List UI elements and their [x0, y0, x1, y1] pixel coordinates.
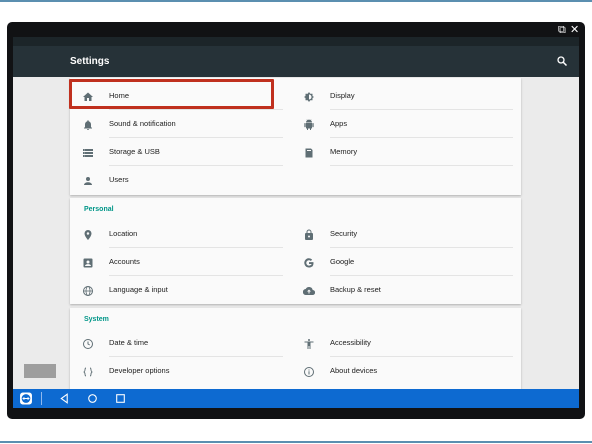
popout-icon[interactable]: ⧉	[558, 24, 566, 37]
info-icon	[303, 366, 315, 378]
setting-item-date-time[interactable]: Date & time	[70, 329, 291, 357]
recents-icon[interactable]	[114, 392, 127, 405]
divider	[330, 165, 513, 166]
location-pin-icon	[82, 229, 94, 241]
highlight-box-home	[69, 79, 274, 109]
brightness-icon	[303, 91, 315, 103]
account-box-icon	[82, 257, 94, 269]
setting-item-display[interactable]: Display	[291, 82, 521, 110]
setting-item-memory[interactable]: Memory	[291, 138, 521, 166]
setting-label: Accessibility	[330, 338, 371, 347]
setting-item-backup-reset[interactable]: Backup & reset	[291, 276, 521, 304]
setting-label: About devices	[330, 366, 378, 375]
memory-icon	[303, 147, 315, 159]
home-circle-icon[interactable]	[86, 392, 99, 405]
setting-item-accounts[interactable]: Accounts	[70, 248, 291, 276]
setting-item-location[interactable]: Location	[70, 220, 291, 248]
lock-icon	[303, 229, 315, 241]
overlay-placeholder	[24, 364, 56, 378]
setting-label: Users	[109, 175, 129, 184]
bottom-border	[0, 441, 592, 443]
setting-item-users[interactable]: Users	[70, 166, 291, 194]
accessibility-icon	[303, 338, 315, 350]
bell-icon	[82, 119, 94, 131]
setting-item-language-input[interactable]: Language & input	[70, 276, 291, 304]
personal-settings-card: Personal Location Security Accounts Goog…	[70, 198, 521, 304]
setting-label: Sound & notification	[109, 119, 176, 128]
section-header-personal: Personal	[84, 206, 114, 213]
clock-icon	[82, 338, 94, 350]
top-border	[0, 0, 592, 2]
navigation-bar	[13, 389, 579, 408]
setting-label: Storage & USB	[109, 147, 160, 156]
setting-label: Google	[330, 257, 355, 266]
app-bar: Settings	[13, 37, 579, 77]
setting-label: Security	[330, 229, 358, 238]
setting-item-sound-notification[interactable]: Sound & notification	[70, 110, 291, 138]
section-header-system: System	[84, 316, 109, 323]
code-braces-icon	[82, 366, 94, 378]
cloud-upload-icon	[303, 285, 315, 297]
storage-icon	[82, 147, 94, 159]
android-icon	[303, 119, 315, 131]
setting-item-about-devices[interactable]: About devices	[291, 357, 521, 385]
setting-label: Location	[109, 229, 138, 238]
status-bar	[13, 37, 579, 46]
setting-label: Apps	[330, 119, 348, 128]
setting-item-developer-options[interactable]: Developer options	[70, 357, 291, 385]
setting-label: Backup & reset	[330, 285, 381, 294]
setting-label: Language & input	[109, 285, 168, 294]
setting-item-storage-usb[interactable]: Storage & USB	[70, 138, 291, 166]
setting-label: Date & time	[109, 338, 149, 347]
system-settings-card: System Date & time Accessibility Develop…	[70, 308, 521, 389]
search-icon[interactable]	[556, 55, 568, 67]
google-icon	[303, 257, 315, 269]
person-icon	[82, 175, 94, 187]
setting-item-security[interactable]: Security	[291, 220, 521, 248]
teamviewer-icon[interactable]	[19, 392, 33, 405]
back-icon[interactable]	[58, 392, 71, 405]
setting-label: Memory	[330, 147, 358, 156]
setting-label: Accounts	[109, 257, 140, 266]
setting-item-apps[interactable]: Apps	[291, 110, 521, 138]
setting-label: Display	[330, 91, 355, 100]
setting-item-google[interactable]: Google	[291, 248, 521, 276]
globe-icon	[82, 285, 94, 297]
setting-item-accessibility[interactable]: Accessibility	[291, 329, 521, 357]
page-title: Settings	[70, 56, 110, 67]
setting-label: Developer options	[109, 366, 170, 375]
navbar-divider	[41, 392, 42, 405]
close-icon[interactable]: ✕	[570, 24, 579, 37]
